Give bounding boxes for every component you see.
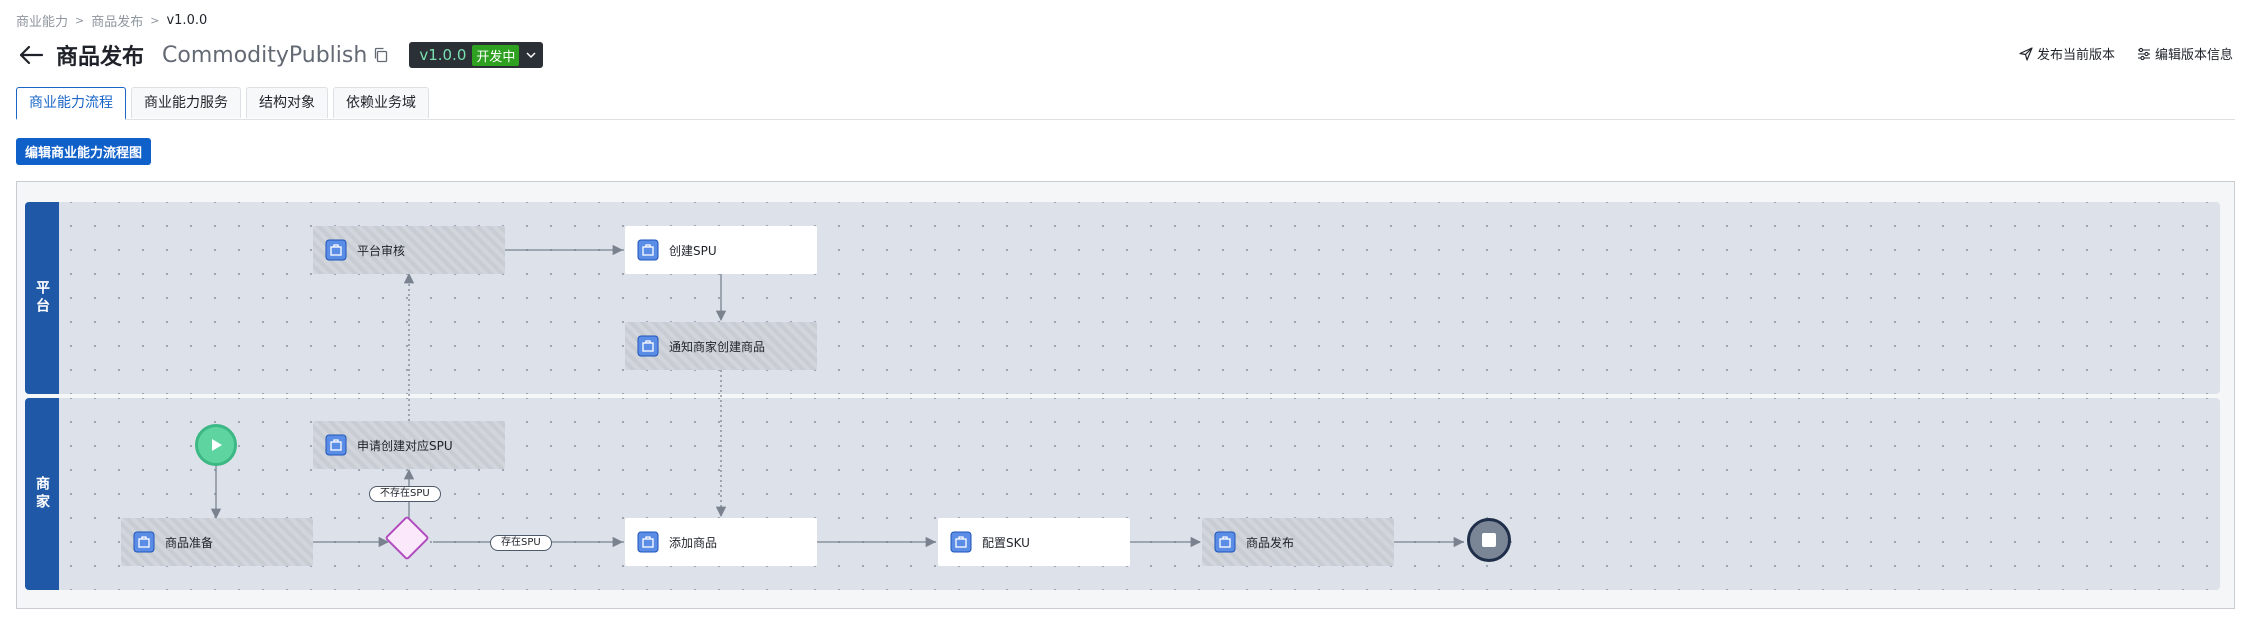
node-create-spu[interactable]: 创建SPU bbox=[625, 226, 817, 274]
node-publish[interactable]: 商品发布 bbox=[1202, 518, 1394, 566]
stop-icon bbox=[1482, 533, 1496, 547]
status-badge: 开发中 bbox=[472, 44, 520, 66]
task-icon bbox=[1214, 531, 1236, 553]
play-icon bbox=[212, 439, 222, 451]
title-row: 商品发布 CommodityPublish v1.0.0 开发中 bbox=[18, 38, 544, 72]
node-label: 创建SPU bbox=[669, 243, 717, 258]
node-label: 商品发布 bbox=[1246, 535, 1295, 550]
node-label: 平台审核 bbox=[357, 243, 406, 258]
node-add-goods[interactable]: 添加商品 bbox=[625, 518, 817, 566]
task-icon bbox=[325, 434, 347, 456]
publish-version-button[interactable]: 发布当前版本 bbox=[2019, 44, 2115, 63]
breadcrumb-item-publish[interactable]: 商品发布 bbox=[91, 11, 143, 30]
task-icon bbox=[325, 239, 347, 261]
tab-capability-service[interactable]: 商业能力服务 bbox=[131, 87, 241, 118]
version-label: v1.0.0 bbox=[419, 46, 467, 64]
task-icon bbox=[637, 335, 659, 357]
task-icon bbox=[133, 531, 155, 553]
node-label: 申请创建对应SPU bbox=[357, 438, 453, 453]
node-label: 添加商品 bbox=[669, 535, 718, 550]
breadcrumb-item-capability[interactable]: 商业能力 bbox=[16, 11, 68, 30]
lane-label-platform: 平台 bbox=[25, 202, 59, 394]
node-label: 通知商家创建商品 bbox=[669, 339, 766, 354]
node-platform-review[interactable]: 平台审核 bbox=[313, 226, 505, 274]
edge-label-has-spu: 存在SPU bbox=[490, 535, 552, 551]
edge-label-no-spu: 不存在SPU bbox=[369, 486, 441, 502]
tab-capability-flow[interactable]: 商业能力流程 bbox=[16, 87, 126, 120]
lane-label-merchant: 商家 bbox=[25, 398, 59, 590]
node-label: 配置SKU bbox=[982, 535, 1030, 550]
tab-structure-object[interactable]: 结构对象 bbox=[246, 87, 328, 118]
start-event[interactable] bbox=[195, 424, 237, 466]
page-title: 商品发布 bbox=[56, 45, 145, 70]
copy-icon[interactable] bbox=[373, 47, 389, 63]
breadcrumb-current: v1.0.0 bbox=[166, 13, 208, 28]
breadcrumb: 商业能力 > 商品发布 > v1.0.0 bbox=[16, 11, 207, 30]
node-label: 商品准备 bbox=[165, 535, 214, 550]
publish-version-label: 发布当前版本 bbox=[2036, 48, 2115, 63]
back-arrow-icon[interactable] bbox=[18, 44, 44, 66]
end-event[interactable] bbox=[1467, 518, 1511, 562]
node-config-sku[interactable]: 配置SKU bbox=[938, 518, 1130, 566]
chevron-down-icon bbox=[526, 52, 536, 59]
task-icon bbox=[637, 531, 659, 553]
node-prepare[interactable]: 商品准备 bbox=[121, 518, 313, 566]
chevron-right-icon: > bbox=[150, 14, 160, 27]
header-actions: 发布当前版本 编辑版本信息 bbox=[1997, 44, 2233, 63]
chevron-right-icon: > bbox=[75, 14, 85, 27]
edit-flow-button[interactable]: 编辑商业能力流程图 bbox=[16, 138, 152, 165]
settings-sliders-icon bbox=[2137, 47, 2150, 60]
task-icon bbox=[950, 531, 972, 553]
tab-bar: 商业能力流程 商业能力服务 结构对象 依赖业务域 bbox=[16, 87, 2235, 120]
send-icon bbox=[2019, 46, 2033, 61]
node-notify-merchant[interactable]: 通知商家创建商品 bbox=[625, 322, 817, 370]
task-icon bbox=[637, 239, 659, 261]
edit-version-info-button[interactable]: 编辑版本信息 bbox=[2137, 44, 2233, 63]
page-code: CommodityPublish bbox=[162, 42, 368, 68]
tab-dependency-domain[interactable]: 依赖业务域 bbox=[333, 87, 429, 118]
version-select[interactable]: v1.0.0 开发中 bbox=[409, 42, 544, 68]
edit-version-info-label: 编辑版本信息 bbox=[2154, 48, 2233, 63]
node-apply-spu[interactable]: 申请创建对应SPU bbox=[313, 421, 505, 469]
